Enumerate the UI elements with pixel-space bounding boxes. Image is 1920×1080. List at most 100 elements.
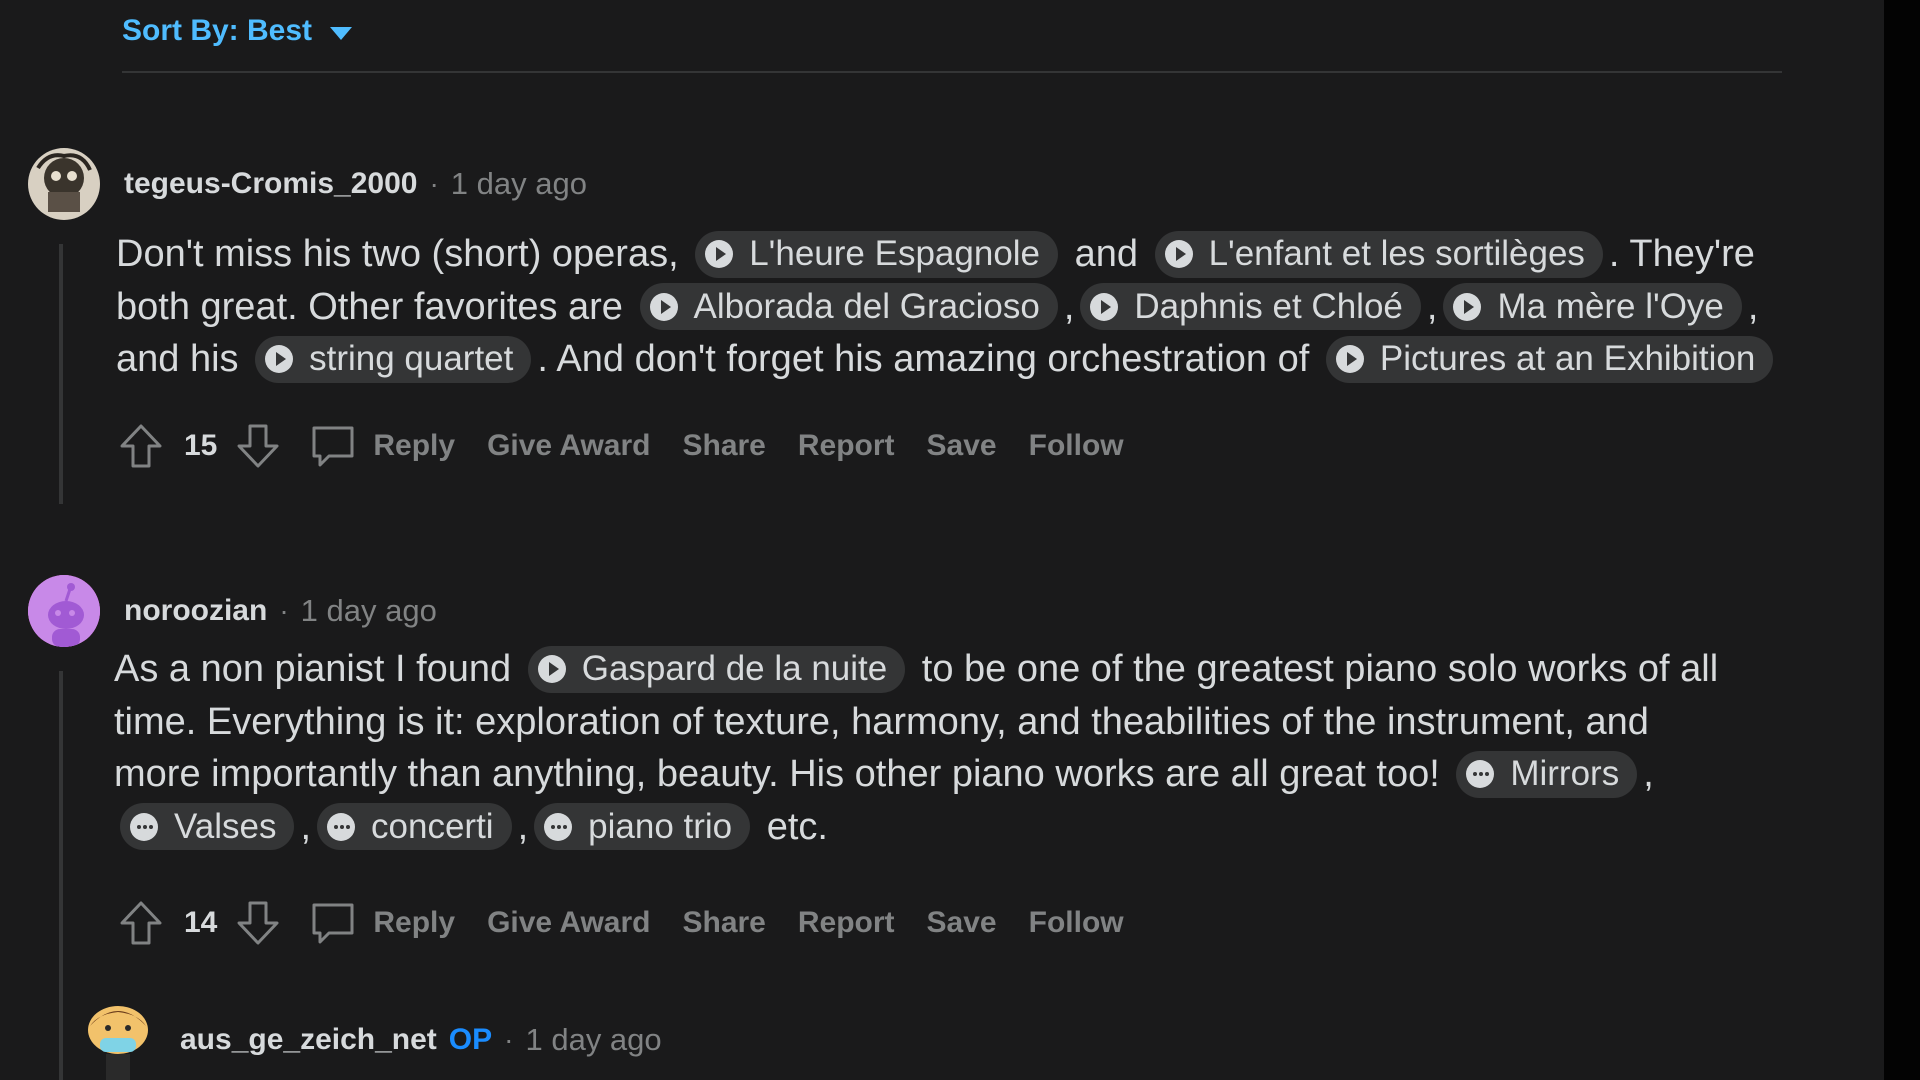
- comment-text-line: and his string quartet . And don't forget…: [116, 333, 1779, 386]
- username[interactable]: aus_ge_zeich_net: [180, 1023, 437, 1057]
- music-link-chip[interactable]: Mirrors: [1456, 750, 1638, 798]
- comment-text: . And don't forget his amazing orchestra…: [537, 338, 1320, 380]
- avatar[interactable]: [78, 1000, 158, 1080]
- op-badge: OP: [448, 1023, 493, 1056]
- music-link-chip[interactable]: Daphnis et Chloé: [1080, 283, 1421, 331]
- timestamp[interactable]: 1 day ago: [301, 593, 437, 629]
- divider: [122, 71, 1782, 73]
- play-icon: [265, 345, 294, 374]
- report-button[interactable]: Report: [798, 429, 895, 463]
- share-button[interactable]: Share: [682, 429, 765, 463]
- downvote-icon[interactable]: [235, 422, 281, 470]
- comment-actions: 15 Reply Give Award Share Report Save Fo…: [118, 418, 1124, 474]
- chip-label: L'heure Espagnole: [749, 234, 1041, 273]
- timestamp[interactable]: 1 day ago: [525, 1022, 661, 1058]
- share-button[interactable]: Share: [682, 906, 765, 940]
- give-award-button[interactable]: Give Award: [487, 429, 650, 463]
- comment-text-line: As a non pianist I found Gaspard de la n…: [114, 643, 1718, 696]
- avatar[interactable]: [28, 575, 100, 647]
- music-link-chip[interactable]: Alborada del Gracioso: [639, 283, 1058, 331]
- separator: ·: [429, 168, 439, 199]
- comment-text-line: Don't miss his two (short) operas, L'heu…: [116, 228, 1779, 281]
- comment-text: As a non pianist I found: [114, 648, 522, 690]
- chip-label: Alborada del Gracioso: [693, 286, 1040, 326]
- comment-text: ,: [517, 805, 529, 848]
- comment-body: As a non pianist I found Gaspard de la n…: [114, 643, 1718, 853]
- comments-page: Sort By: Best tegeus-Cromis_2000 · 1 day…: [0, 0, 1920, 1080]
- scrollbar-track[interactable]: [1884, 0, 1920, 1080]
- save-button[interactable]: Save: [927, 906, 997, 940]
- play-icon: [1453, 292, 1482, 321]
- thread-line[interactable]: [59, 671, 63, 1080]
- thread-line[interactable]: [59, 244, 63, 504]
- separator: ·: [504, 1024, 514, 1055]
- comment-text-line: both great. Other favorites are Alborada…: [116, 281, 1779, 334]
- username[interactable]: tegeus-Cromis_2000: [124, 167, 417, 201]
- comment-text: Don't miss his two (short) operas,: [116, 233, 690, 275]
- comment-text: etc.: [756, 805, 828, 848]
- music-link-chip[interactable]: string quartet: [255, 335, 532, 383]
- chip-label: Daphnis et Chloé: [1134, 286, 1403, 326]
- comment-text: ,: [1747, 285, 1759, 328]
- comment-text-line: Valses, concerti, piano trio etc.: [114, 801, 1718, 854]
- music-link-chip[interactable]: concerti: [317, 803, 512, 851]
- play-icon: [537, 655, 566, 684]
- reply-label: Reply: [373, 429, 456, 462]
- comment-icon: [312, 903, 354, 944]
- username[interactable]: noroozian: [124, 594, 267, 628]
- music-link-chip[interactable]: Ma mère l'Oye: [1443, 283, 1742, 331]
- music-link-chip[interactable]: L'heure Espagnole: [695, 230, 1059, 278]
- play-icon: [1090, 292, 1119, 321]
- music-link-chip[interactable]: Valses: [120, 803, 295, 851]
- chip-label: L'enfant et les sortilèges: [1208, 234, 1585, 273]
- save-button[interactable]: Save: [927, 429, 997, 463]
- play-icon: [1335, 345, 1364, 374]
- chip-label: piano trio: [588, 806, 733, 846]
- timestamp[interactable]: 1 day ago: [451, 166, 587, 202]
- report-button[interactable]: Report: [798, 906, 895, 940]
- comment-text-line: more importantly than anything, beauty. …: [114, 748, 1718, 801]
- sort-dropdown[interactable]: Sort By: Best: [122, 8, 353, 54]
- music-link-chip[interactable]: piano trio: [534, 803, 751, 851]
- comment-text: time. Everything is it: exploration of t…: [114, 700, 1649, 743]
- give-award-button[interactable]: Give Award: [487, 906, 650, 940]
- music-link-chip[interactable]: Gaspard de la nuite: [527, 645, 906, 693]
- more-icon: [1466, 760, 1495, 789]
- comment-text-line: time. Everything is it: exploration of t…: [114, 696, 1718, 749]
- upvote-icon[interactable]: [118, 422, 164, 470]
- chip-label: Ma mère l'Oye: [1497, 286, 1724, 326]
- comment-text: to be one of the greatest piano solo wor…: [911, 648, 1719, 690]
- follow-button[interactable]: Follow: [1029, 429, 1124, 463]
- caret-down-icon: [330, 26, 353, 40]
- chip-label: Mirrors: [1510, 754, 1620, 793]
- sort-label: Sort By: Best: [122, 14, 313, 47]
- reply-button[interactable]: Reply: [309, 422, 455, 470]
- chip-label: string quartet: [309, 339, 514, 378]
- chip-label: Pictures at an Exhibition: [1379, 339, 1756, 378]
- comment-text: . They're: [1608, 233, 1755, 275]
- vote-score: 14: [184, 906, 218, 939]
- downvote-icon[interactable]: [235, 899, 281, 947]
- play-icon: [649, 292, 678, 321]
- chip-label: Valses: [174, 806, 277, 846]
- play-icon: [1164, 240, 1193, 269]
- more-icon: [544, 812, 573, 841]
- comment-text: ,: [1063, 285, 1075, 328]
- upvote-icon[interactable]: [118, 899, 164, 947]
- avatar[interactable]: [28, 148, 100, 220]
- chip-label: concerti: [371, 806, 494, 846]
- comment-body: Don't miss his two (short) operas, L'heu…: [116, 228, 1779, 386]
- comment-text: and his: [116, 338, 250, 380]
- more-icon: [327, 812, 356, 841]
- comment-text: and: [1064, 233, 1149, 275]
- chip-label: Gaspard de la nuite: [581, 649, 888, 688]
- play-icon: [705, 240, 734, 269]
- comment-text: more importantly than anything, beauty. …: [114, 753, 1451, 795]
- follow-button[interactable]: Follow: [1029, 906, 1124, 940]
- comment-text: both great. Other favorites are: [116, 285, 634, 328]
- reply-label: Reply: [373, 906, 456, 939]
- comment-text: ,: [300, 805, 312, 848]
- reply-button[interactable]: Reply: [309, 899, 455, 947]
- music-link-chip[interactable]: L'enfant et les sortilèges: [1154, 230, 1603, 278]
- music-link-chip[interactable]: Pictures at an Exhibition: [1325, 335, 1774, 383]
